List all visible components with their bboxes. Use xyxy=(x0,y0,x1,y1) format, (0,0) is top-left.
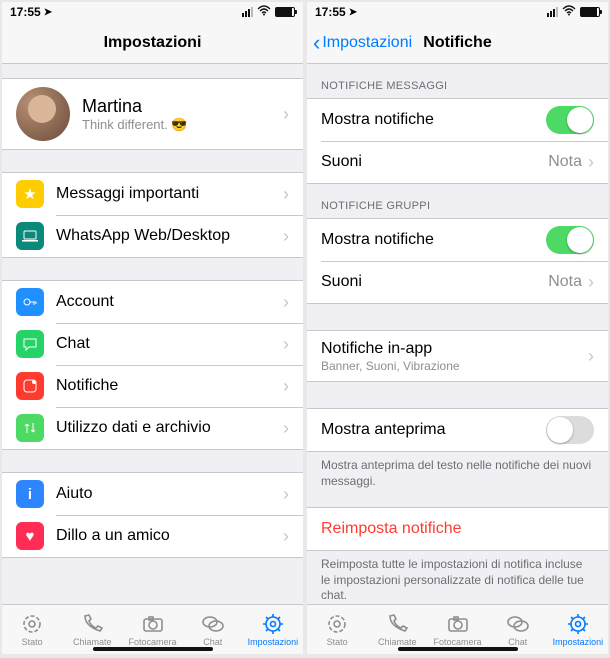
profile-name: Martina xyxy=(82,96,188,117)
chevron-right-icon: › xyxy=(283,184,289,205)
bell-icon xyxy=(16,372,44,400)
help-cell[interactable]: i Aiuto › xyxy=(2,473,303,515)
chat-cell[interactable]: Chat › xyxy=(2,323,303,365)
chevron-left-icon: ‹ xyxy=(313,32,320,54)
chevron-right-icon: › xyxy=(283,418,289,439)
msg-show-notifications-cell[interactable]: Mostra notifiche xyxy=(307,99,608,141)
settings-screen: 17:55 ➤ Impostazioni Martina Think diffe… xyxy=(2,2,303,654)
nav-title: Impostazioni xyxy=(104,34,202,52)
chevron-right-icon: › xyxy=(283,226,289,247)
tab-status[interactable]: Stato xyxy=(307,605,367,654)
status-time: 17:55 xyxy=(10,5,41,19)
chats-icon xyxy=(506,612,530,636)
starred-messages-cell[interactable]: ★ Messaggi importanti › xyxy=(2,173,303,215)
star-icon: ★ xyxy=(16,180,44,208)
msg-sound-cell[interactable]: Suoni Nota › xyxy=(307,141,608,183)
section-message-notifications: NOTIFICHE MESSAGGI xyxy=(307,64,608,98)
preview-footer: Mostra anteprima del testo nelle notific… xyxy=(307,452,608,501)
status-bar: 17:55 ➤ xyxy=(307,2,608,22)
location-icon: ➤ xyxy=(349,7,357,18)
status-bar: 17:55 ➤ xyxy=(2,2,303,22)
phone-icon xyxy=(80,612,104,636)
chevron-right-icon: › xyxy=(588,272,594,293)
whatsapp-web-cell[interactable]: WhatsApp Web/Desktop › xyxy=(2,215,303,257)
chats-icon xyxy=(201,612,225,636)
wifi-icon xyxy=(562,5,576,19)
arrows-icon xyxy=(16,414,44,442)
profile-cell[interactable]: Martina Think different. 😎 › xyxy=(2,79,303,149)
chat-icon xyxy=(16,330,44,358)
camera-icon xyxy=(446,612,470,636)
tell-friend-cell[interactable]: ♥ Dillo a un amico › xyxy=(2,515,303,557)
tab-settings[interactable]: Impostazioni xyxy=(548,605,608,654)
info-icon: i xyxy=(16,480,44,508)
wifi-icon xyxy=(257,5,271,19)
show-preview-cell[interactable]: Mostra anteprima xyxy=(307,409,608,451)
back-button[interactable]: ‹ Impostazioni xyxy=(313,22,412,63)
home-indicator xyxy=(93,647,213,651)
reset-notifications-cell[interactable]: Reimposta notifiche xyxy=(307,508,608,550)
chevron-right-icon: › xyxy=(283,526,289,547)
nav-title: Notifiche xyxy=(423,34,491,52)
inapp-notifications-cell[interactable]: Notifiche in-app Banner, Suoni, Vibrazio… xyxy=(307,331,608,381)
heart-icon: ♥ xyxy=(16,522,44,550)
phone-icon xyxy=(385,612,409,636)
tab-settings[interactable]: Impostazioni xyxy=(243,605,303,654)
tab-status[interactable]: Stato xyxy=(2,605,62,654)
chevron-right-icon: › xyxy=(283,334,289,355)
toggle-switch[interactable] xyxy=(546,106,594,134)
group-show-notifications-cell[interactable]: Mostra notifiche xyxy=(307,219,608,261)
laptop-icon xyxy=(16,222,44,250)
signal-icon xyxy=(547,7,558,17)
notifications-screen: 17:55 ➤ ‹ Impostazioni Notifiche NOTIFIC… xyxy=(307,2,608,654)
chevron-right-icon: › xyxy=(283,104,289,125)
toggle-switch[interactable] xyxy=(546,226,594,254)
key-icon xyxy=(16,288,44,316)
location-icon: ➤ xyxy=(44,7,52,18)
status-icon xyxy=(325,612,349,636)
group-sound-cell[interactable]: Suoni Nota › xyxy=(307,261,608,303)
chevron-right-icon: › xyxy=(588,152,594,173)
chevron-right-icon: › xyxy=(283,484,289,505)
chevron-right-icon: › xyxy=(588,346,594,367)
signal-icon xyxy=(242,7,253,17)
gear-icon xyxy=(566,612,590,636)
account-cell[interactable]: Account › xyxy=(2,281,303,323)
home-indicator xyxy=(398,647,518,651)
section-group-notifications: NOTIFICHE GRUPPI xyxy=(307,184,608,218)
toggle-switch[interactable] xyxy=(546,416,594,444)
avatar xyxy=(16,87,70,141)
notifications-cell[interactable]: Notifiche › xyxy=(2,365,303,407)
status-icon xyxy=(20,612,44,636)
nav-bar: ‹ Impostazioni Notifiche xyxy=(307,22,608,64)
data-usage-cell[interactable]: Utilizzo dati e archivio › xyxy=(2,407,303,449)
status-time: 17:55 xyxy=(315,5,346,19)
battery-icon xyxy=(275,7,295,17)
chevron-right-icon: › xyxy=(283,376,289,397)
camera-icon xyxy=(141,612,165,636)
battery-icon xyxy=(580,7,600,17)
reset-footer: Reimposta tutte le impostazioni di notif… xyxy=(307,551,608,604)
chevron-right-icon: › xyxy=(283,292,289,313)
profile-status: Think different. 😎 xyxy=(82,117,188,133)
nav-bar: Impostazioni xyxy=(2,22,303,64)
gear-icon xyxy=(261,612,285,636)
